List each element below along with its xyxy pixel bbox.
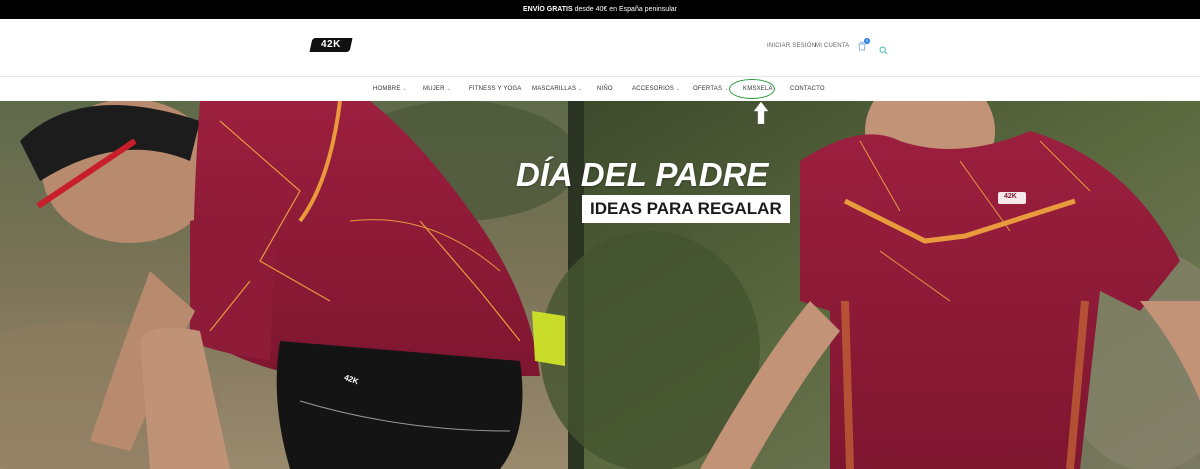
hero-banner[interactable]: DÍA DEL PADRE IDEAS PARA REGALAR 42K 42K [0, 101, 1200, 469]
chevron-down-icon: ⌄ [402, 86, 407, 92]
chevron-down-icon: ⌄ [724, 86, 729, 92]
kmsxela-highlight-ring [729, 79, 775, 99]
nav-item-fitness-yoga[interactable]: FITNESS Y YOGA [469, 77, 522, 102]
nav-item-label: CONTACTO [790, 86, 825, 92]
main-nav: HOMBRE ⌄ MUJER ⌄ FITNESS Y YOGA MASCARILLA… [0, 76, 1200, 101]
hero-subtitle: IDEAS PARA REGALAR [582, 195, 790, 223]
brand-logo[interactable]: 42K [309, 38, 353, 52]
cart-count-badge: 0 [864, 38, 870, 44]
account-link[interactable]: MI CUENTA [815, 43, 849, 49]
nav-item-label: HOMBRE [373, 86, 401, 92]
nav-item-label: ACCESORIOS [632, 86, 675, 92]
nav-item-nino[interactable]: NIÑO [597, 77, 613, 102]
site-header: 42K INICIAR SESIÓN MI CUENTA 0 [0, 19, 1200, 76]
announcement-text: desde 40€ en España peninsular [572, 6, 677, 13]
login-link[interactable]: INICIAR SESIÓN [767, 43, 816, 49]
announcement-bold-text: ENVÍO GRATIS [523, 6, 573, 13]
announcement-bar: ENVÍO GRATIS desde 40€ en España peninsu… [0, 0, 1200, 19]
hero-title: DÍA DEL PADRE [516, 156, 769, 193]
nav-item-mujer[interactable]: MUJER ⌄ [423, 77, 451, 102]
search-icon[interactable] [879, 42, 888, 55]
nav-item-mascarillas[interactable]: MASCARILLAS ⌄ [532, 77, 583, 102]
nav-item-label: MUJER [423, 86, 445, 92]
nav-item-label: MASCARILLAS [532, 86, 577, 92]
up-arrow-icon [754, 102, 768, 124]
nav-item-accesorios[interactable]: ACCESORIOS ⌄ [632, 77, 680, 102]
shirt-logo: 42K [1004, 193, 1017, 200]
nav-item-contacto[interactable]: CONTACTO [790, 77, 825, 102]
nav-item-ofertas[interactable]: OFERTAS ⌄ [693, 77, 729, 102]
nav-item-label: OFERTAS [693, 86, 723, 92]
nav-item-hombre[interactable]: HOMBRE ⌄ [373, 77, 407, 102]
nav-item-label: NIÑO [597, 86, 613, 92]
chevron-down-icon: ⌄ [676, 86, 681, 92]
chevron-down-icon: ⌄ [446, 86, 452, 92]
brand-logo-text: 42K [321, 39, 341, 50]
chevron-down-icon: ⌄ [578, 86, 583, 92]
nav-item-label: FITNESS Y YOGA [469, 86, 522, 92]
